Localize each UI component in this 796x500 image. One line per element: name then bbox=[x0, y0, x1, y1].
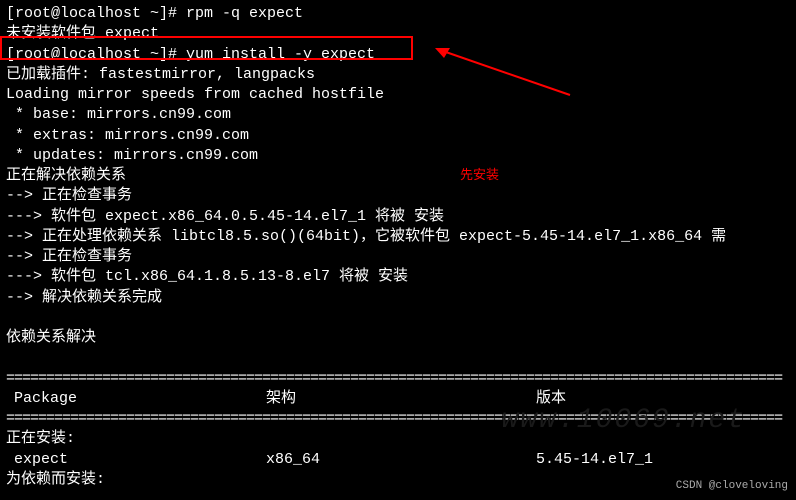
terminal-line: * base: mirrors.cn99.com bbox=[6, 105, 790, 125]
cell-version: 5.45-14.el7_1 bbox=[536, 450, 790, 470]
cell-arch: x86_64 bbox=[266, 450, 536, 470]
annotation-text: 先安装 bbox=[460, 167, 499, 185]
terminal-line: 正在解决依赖关系 bbox=[6, 166, 790, 186]
col-version: 版本 bbox=[536, 389, 790, 409]
terminal-line: 已加载插件: fastestmirror, langpacks bbox=[6, 65, 790, 85]
prompt: [root@localhost ~]# bbox=[6, 5, 186, 22]
table-header-row: Package 架构 版本 bbox=[6, 389, 790, 409]
terminal-line: [root@localhost ~]# yum install -y expec… bbox=[6, 45, 790, 65]
terminal-line: --> 解决依赖关系完成 bbox=[6, 288, 790, 308]
terminal-line: * extras: mirrors.cn99.com bbox=[6, 126, 790, 146]
terminal-line: ---> 软件包 tcl.x86_64.1.8.5.13-8.el7 将被 安装 bbox=[6, 267, 790, 287]
blank-line bbox=[6, 348, 790, 368]
attribution: CSDN @cloveloving bbox=[676, 479, 788, 494]
col-arch: 架构 bbox=[266, 389, 536, 409]
separator-line: ========================================… bbox=[6, 409, 790, 429]
terminal-line: ---> 软件包 expect.x86_64.0.5.45-14.el7_1 将… bbox=[6, 207, 790, 227]
command-text: yum install -y expect bbox=[186, 46, 375, 63]
section-label: 为依赖而安装: bbox=[6, 470, 790, 490]
terminal-line: [root@localhost ~]# rpm -q expect bbox=[6, 4, 790, 24]
command-text: rpm -q expect bbox=[186, 5, 303, 22]
section-label: 正在安装: bbox=[6, 429, 790, 449]
terminal-line: --> 正在检查事务 bbox=[6, 186, 790, 206]
separator-line: ========================================… bbox=[6, 369, 790, 389]
terminal-line: * updates: mirrors.cn99.com bbox=[6, 146, 790, 166]
terminal-line: --> 正在处理依赖关系 libtcl8.5.so()(64bit)，它被软件包… bbox=[6, 227, 790, 247]
terminal-line: Loading mirror speeds from cached hostfi… bbox=[6, 85, 790, 105]
cell-package: expect bbox=[6, 450, 266, 470]
blank-line bbox=[6, 308, 790, 328]
col-package: Package bbox=[6, 389, 266, 409]
terminal-line: 依赖关系解决 bbox=[6, 328, 790, 348]
terminal-line: --> 正在检查事务 bbox=[6, 247, 790, 267]
prompt: [root@localhost ~]# bbox=[6, 46, 186, 63]
table-row: expect x86_64 5.45-14.el7_1 bbox=[6, 450, 790, 470]
terminal-line: 未安装软件包 expect bbox=[6, 24, 790, 44]
